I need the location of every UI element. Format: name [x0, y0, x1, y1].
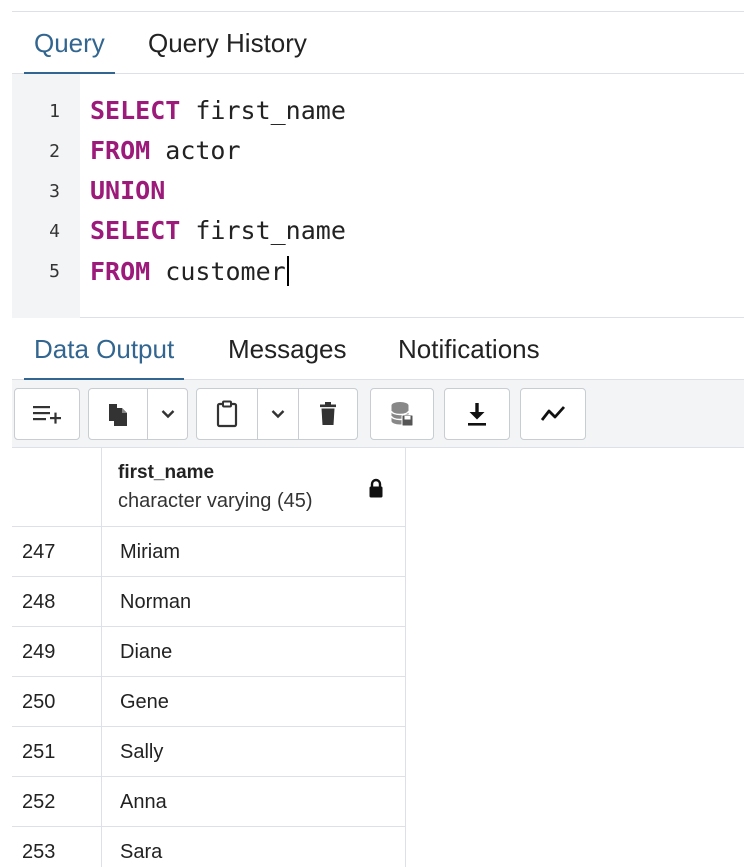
- line-number: 3: [49, 181, 60, 202]
- line-number: 2: [49, 141, 60, 162]
- sql-keyword: FROM: [90, 257, 151, 286]
- table-row[interactable]: 253 Sara: [12, 827, 406, 867]
- add-row-button[interactable]: [14, 388, 80, 440]
- cell-first-name[interactable]: Diane: [120, 627, 172, 677]
- table-row[interactable]: 251 Sally: [12, 727, 406, 777]
- paste-options-dropdown[interactable]: [258, 389, 298, 439]
- row-number[interactable]: 252: [12, 777, 102, 827]
- row-number[interactable]: 247: [12, 527, 102, 577]
- code-line[interactable]: UNION: [90, 176, 165, 205]
- column-border: [405, 677, 406, 727]
- sql-text: customer: [150, 257, 286, 286]
- copy-button[interactable]: [89, 389, 147, 439]
- table-row[interactable]: 252 Anna: [12, 777, 406, 827]
- table-row[interactable]: 247 Miriam: [12, 527, 406, 577]
- cell-first-name[interactable]: Anna: [120, 777, 167, 827]
- download-icon: [468, 403, 486, 426]
- row-number[interactable]: 249: [12, 627, 102, 677]
- column-border: [405, 577, 406, 627]
- copy-options-dropdown[interactable]: [148, 389, 188, 439]
- sql-keyword: UNION: [90, 176, 166, 205]
- copy-button-group: [88, 388, 188, 440]
- cell-first-name[interactable]: Miriam: [120, 527, 180, 577]
- column-type: character varying (45): [118, 490, 313, 512]
- query-tool-panel: Query Query History 1 2 3 4 5 SELECT fir…: [12, 12, 744, 867]
- sql-editor[interactable]: 1 2 3 4 5 SELECT first_name FROM actor U…: [12, 74, 744, 318]
- lock-icon: [369, 478, 383, 498]
- code-line[interactable]: SELECT first_name: [90, 216, 346, 245]
- row-number[interactable]: 248: [12, 577, 102, 627]
- line-number: 1: [49, 101, 60, 122]
- cell-first-name[interactable]: Gene: [120, 677, 169, 727]
- code-line[interactable]: FROM actor: [90, 136, 241, 165]
- chevron-down-icon: [271, 410, 285, 419]
- query-tabbar: Query Query History: [12, 12, 744, 75]
- table-row[interactable]: 249 Diane: [12, 627, 406, 677]
- column-border: [405, 827, 406, 867]
- tab-data-output[interactable]: Data Output: [24, 318, 185, 381]
- table-row[interactable]: 250 Gene: [12, 677, 406, 727]
- delete-button[interactable]: [299, 389, 357, 439]
- code-line[interactable]: SELECT first_name: [90, 96, 346, 125]
- sql-keyword: FROM: [90, 136, 151, 165]
- tab-notifications[interactable]: Notifications: [388, 318, 550, 380]
- column-border: [405, 627, 406, 677]
- row-number[interactable]: 250: [12, 677, 102, 727]
- column-name[interactable]: first_name: [118, 462, 214, 484]
- line-chart-icon: [540, 406, 566, 421]
- output-tabbar: Data Output Messages Notifications: [12, 318, 744, 381]
- column-border: [405, 448, 406, 527]
- line-number-gutter: 1 2 3 4 5: [12, 74, 80, 318]
- clipboard-icon: [216, 400, 238, 428]
- tab-query-history[interactable]: Query History: [138, 12, 317, 74]
- cell-first-name[interactable]: Sara: [120, 827, 162, 867]
- sql-keyword: SELECT: [90, 96, 181, 125]
- database-save-icon: [390, 402, 414, 427]
- row-number[interactable]: 251: [12, 727, 102, 777]
- add-row-icon: [33, 406, 61, 424]
- sql-text: actor: [150, 136, 241, 165]
- table-row[interactable]: 248 Norman: [12, 577, 406, 627]
- column-border: [405, 727, 406, 777]
- row-number[interactable]: 253: [12, 827, 102, 867]
- download-button[interactable]: [444, 388, 510, 440]
- line-number: 5: [49, 261, 60, 282]
- data-output-toolbar: [12, 380, 744, 448]
- graph-visualiser-button[interactable]: [520, 388, 586, 440]
- cell-first-name[interactable]: Norman: [120, 577, 191, 627]
- column-border: [405, 777, 406, 827]
- column-border: [405, 527, 406, 577]
- cell-first-name[interactable]: Sally: [120, 727, 163, 777]
- tab-messages[interactable]: Messages: [218, 318, 357, 380]
- sql-keyword: SELECT: [90, 216, 181, 245]
- paste-button-group: [196, 388, 358, 440]
- paste-button[interactable]: [197, 389, 257, 439]
- text-cursor: [286, 256, 289, 286]
- sql-text: first_name: [180, 96, 346, 125]
- copy-icon: [109, 404, 127, 426]
- line-number: 4: [49, 221, 60, 242]
- sql-text: first_name: [180, 216, 346, 245]
- chevron-down-icon: [161, 410, 175, 419]
- trash-icon: [320, 402, 336, 425]
- grid-header: first_name character varying (45): [12, 448, 406, 527]
- code-line[interactable]: FROM customer: [90, 256, 289, 286]
- tab-query[interactable]: Query: [24, 12, 115, 75]
- save-data-button[interactable]: [370, 388, 434, 440]
- row-number-header[interactable]: [12, 448, 102, 527]
